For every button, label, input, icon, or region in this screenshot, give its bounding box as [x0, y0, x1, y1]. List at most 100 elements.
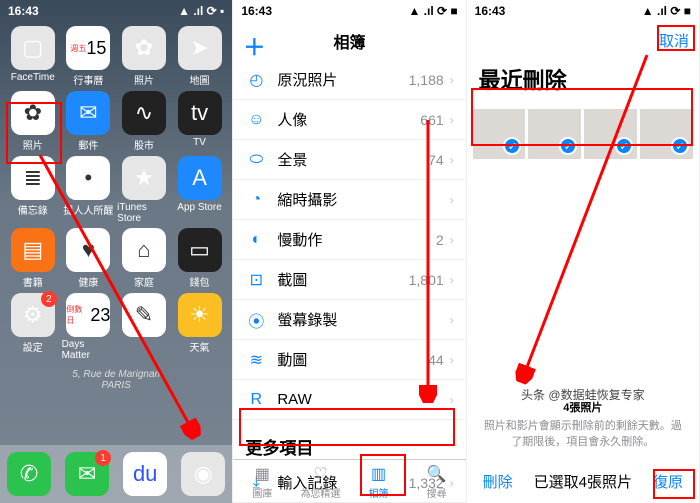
check-icon: ✓ [671, 137, 689, 155]
app-Days Matter[interactable]: 倒數日23Days Matter [62, 293, 116, 361]
app-TV[interactable]: tvTV [173, 91, 227, 152]
tab-bar: ▦圖庫♡為您精選▥相簿🔍搜尋 [233, 459, 465, 503]
row-icon: ≋ [245, 350, 267, 370]
album-row[interactable]: ☺ 人像661 › [233, 100, 465, 140]
app-照片[interactable]: ✿照片 [117, 26, 171, 87]
app-FaceTime[interactable]: ▢FaceTime [6, 26, 60, 87]
row-count: 74 [428, 152, 444, 168]
chevron-icon: › [450, 193, 454, 207]
app-iTunes Store[interactable]: ★iTunes Store [117, 156, 171, 224]
row-label: 全景 [277, 149, 428, 170]
bottom-toolbar: 刪除 已選取4張照片 復原 [467, 459, 699, 503]
cancel-button[interactable]: 取消 [659, 30, 689, 51]
photo-thumb[interactable]: ✓ [640, 109, 693, 159]
tab-相簿[interactable]: ▥相簿 [349, 460, 407, 503]
status-icons: ▲ .ıl ⟳ ▪ [178, 4, 224, 18]
chevron-icon: › [450, 113, 454, 127]
page-title: 最近刪除 [467, 59, 699, 99]
app-股市[interactable]: ∿股市 [117, 91, 171, 152]
app-item[interactable]: ✎ [117, 293, 171, 361]
row-count: 2 [436, 232, 444, 248]
delete-button[interactable]: 刪除 [483, 471, 513, 492]
dock-app[interactable]: ◉ [181, 452, 225, 496]
row-count: 44 [428, 352, 444, 368]
album-row[interactable]: ⦿ 螢幕錄製 › [233, 300, 465, 340]
chevron-icon: › [450, 73, 454, 87]
row-count: 1,188 [409, 72, 444, 88]
row-label: RAW [277, 391, 443, 408]
dock-app[interactable]: du [123, 452, 167, 496]
dock-app[interactable]: ✉1 [65, 452, 109, 496]
status-bar: 16:43 ▲ .ıl ⟳ ▪ [0, 0, 232, 22]
row-count: 1,801 [409, 272, 444, 288]
app-錢包[interactable]: ▭錢包 [173, 228, 227, 289]
app-地圖[interactable]: ➤地圖 [173, 26, 227, 87]
row-icon: R [245, 391, 267, 409]
recently-deleted-screen: 16:43 ▲ .ıl ⟳ ■ 取消 最近刪除 ✓ ✓ ✓ ✓ 头条 @数据蛙恢… [467, 0, 700, 503]
app-書籍[interactable]: ▤書籍 [6, 228, 60, 289]
row-label: 螢幕錄製 [277, 309, 443, 330]
album-row[interactable]: ≋動圖44› [233, 340, 465, 380]
navbar-title: 相簿 [333, 29, 365, 53]
status-time: 16:43 [241, 4, 272, 18]
app-照片[interactable]: ✿照片 [6, 91, 60, 152]
row-count: 661 [420, 112, 443, 128]
add-button[interactable]: ＋ [243, 30, 265, 62]
app-家庭[interactable]: ⌂家庭 [117, 228, 171, 289]
row-icon: ☺ [245, 111, 267, 129]
photo-thumb[interactable]: ✓ [528, 109, 581, 159]
info-text: 4張照片 照片和影片會顯示刪除前的剩餘天數。過了期限後，項目會永久刪除。 [467, 399, 699, 449]
app-行事曆[interactable]: 週五15行事曆 [62, 26, 116, 87]
album-row[interactable]: R RAW › [233, 380, 465, 420]
chevron-icon: › [450, 153, 454, 167]
row-label: 截圖 [277, 269, 408, 290]
app-提人人所醒[interactable]: •提人人所醒 [62, 156, 116, 224]
album-row[interactable]: ◔ 縮時攝影 › [233, 180, 465, 220]
app-備忘錄[interactable]: ≣備忘錄 [6, 156, 60, 224]
app-grid: ▢FaceTime週五15行事曆✿照片➤地圖✿照片✉郵件∿股市tvTV≣備忘錄•… [0, 22, 232, 365]
check-icon: ✓ [559, 137, 577, 155]
photo-grid: ✓ ✓ ✓ ✓ [467, 99, 699, 169]
chevron-icon: › [450, 313, 454, 327]
row-icon: ⊡ [245, 270, 267, 290]
app-設定[interactable]: ⚙2設定 [6, 293, 60, 361]
photo-thumb[interactable]: ✓ [473, 109, 526, 159]
app-郵件[interactable]: ✉郵件 [62, 91, 116, 152]
navbar: ＋ 相簿 [233, 22, 465, 60]
tab-圖庫[interactable]: ▦圖庫 [233, 460, 291, 503]
row-icon: ⦿ [245, 308, 267, 332]
row-label: 縮時攝影 [277, 189, 443, 210]
album-row[interactable]: ⬭ 全景74 › [233, 140, 465, 180]
row-icon: ◔ [245, 191, 267, 209]
row-label: 動圖 [277, 349, 428, 370]
dock-app[interactable]: ✆ [7, 452, 51, 496]
row-label: 原況照片 [277, 69, 408, 90]
status-bar: 16:43 ▲ .ıl ⟳ ■ [233, 0, 465, 22]
album-row[interactable]: ◐慢動作2› [233, 220, 465, 260]
row-label: 人像 [277, 109, 420, 130]
albums-screen: 16:43 ▲ .ıl ⟳ ■ ＋ 相簿 ◴原況照片1,188›☺人像661›⬭… [233, 0, 466, 503]
tab-搜尋[interactable]: 🔍搜尋 [408, 460, 466, 503]
app-健康[interactable]: ♥健康 [62, 228, 116, 289]
recover-button[interactable]: 復原 [653, 471, 683, 492]
chevron-icon: › [450, 273, 454, 287]
album-row[interactable]: ◴ 原況照片1,188 › [233, 60, 465, 100]
album-list: ◴原況照片1,188›☺人像661›⬭全景74›◔縮時攝影›◐慢動作2›⊡截圖1… [233, 60, 465, 503]
row-icon: ◴ [245, 70, 267, 90]
album-row[interactable]: ⊡ 截圖1,801 › [233, 260, 465, 300]
status-time: 16:43 [475, 4, 506, 18]
app-App Store[interactable]: AApp Store [173, 156, 227, 224]
app-天氣[interactable]: ☀天氣 [173, 293, 227, 361]
header: 取消 [467, 22, 699, 59]
tab-為您精選[interactable]: ♡為您精選 [291, 460, 349, 503]
photo-thumb[interactable]: ✓ [584, 109, 637, 159]
dock: ✆ ✉1 du ◉ [0, 445, 232, 503]
check-icon: ✓ [615, 137, 633, 155]
chevron-icon: › [450, 233, 454, 247]
home-screen: 16:43 ▲ .ıl ⟳ ▪ ▢FaceTime週五15行事曆✿照片➤地圖✿照… [0, 0, 233, 503]
row-icon: ⬭ [245, 151, 267, 169]
status-time: 16:43 [8, 4, 39, 18]
row-icon: ◐ [245, 231, 267, 249]
section-header: 更多項目 [233, 420, 465, 463]
chevron-icon: › [450, 393, 454, 407]
